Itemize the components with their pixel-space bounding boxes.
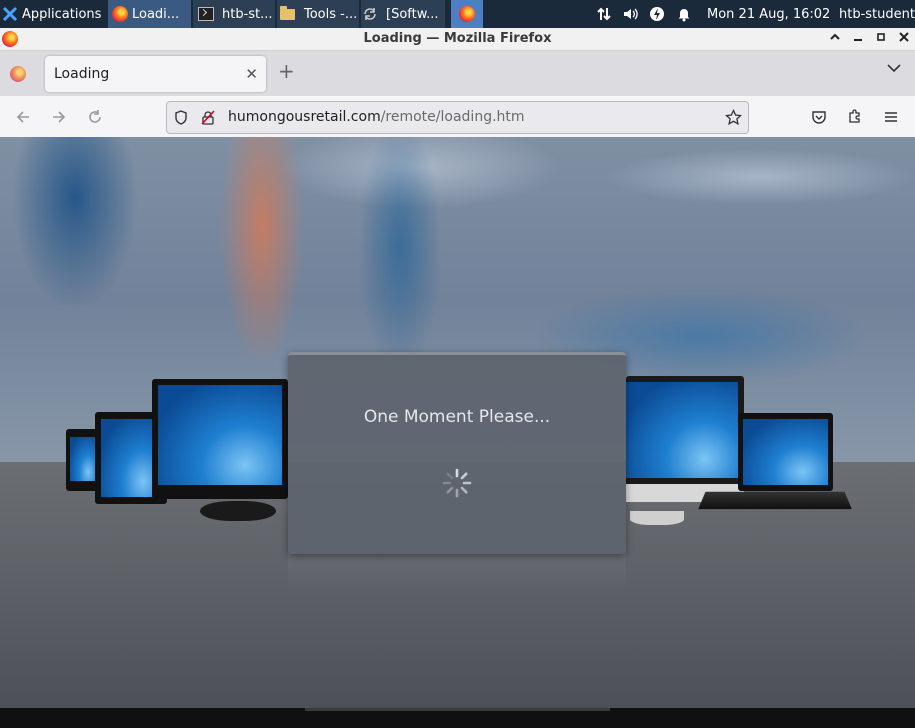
chevron-up-icon <box>830 33 840 40</box>
imac-stand <box>630 511 684 525</box>
close-window-button[interactable] <box>893 28 915 50</box>
task-label: Loadi... <box>132 6 180 22</box>
task-loading[interactable]: Loadi... <box>108 0 191 28</box>
new-tab-button[interactable]: + <box>278 59 295 83</box>
arrow-left-icon <box>16 111 29 123</box>
firefox-view-icon[interactable] <box>10 66 26 82</box>
laptop-device <box>738 413 833 491</box>
tab-close-icon[interactable]: ✕ <box>245 56 258 92</box>
battery-bolt-icon <box>650 7 664 21</box>
insecure-lock-icon[interactable] <box>201 110 215 125</box>
pocket-icon <box>812 111 826 124</box>
network-icon[interactable] <box>596 0 616 28</box>
bell-icon <box>678 9 690 22</box>
maximize-icon <box>877 33 885 41</box>
reload-icon <box>89 110 101 123</box>
speaker-icon <box>624 8 638 20</box>
task-label: htb-st... <box>222 6 273 22</box>
bottom-indicator <box>305 708 610 711</box>
bottom-bar <box>0 708 915 728</box>
url-bar[interactable]: humongousretail.com/remote/loading.htm <box>166 101 749 134</box>
minimize-button[interactable] <box>847 28 869 50</box>
shield-icon[interactable] <box>174 110 188 125</box>
network-arrows-icon <box>597 7 611 21</box>
list-tabs-chevron-down-icon[interactable] <box>887 63 901 73</box>
monitor-stand <box>200 501 276 521</box>
pocket-button[interactable] <box>807 105 831 129</box>
tab-label: Loading <box>54 66 110 82</box>
task-label: Tools -... <box>304 6 358 22</box>
tab-loading[interactable]: Loading ✕ <box>45 56 266 92</box>
loading-spinner-icon <box>442 468 472 498</box>
bookmark-star-icon[interactable] <box>725 109 742 126</box>
applications-label: Applications <box>22 6 102 22</box>
navigation-bar: humongousretail.com/remote/loading.htm <box>0 96 915 138</box>
forward-button[interactable] <box>47 105 71 129</box>
task-tools-folder[interactable]: Tools -... <box>277 0 359 28</box>
url-text[interactable]: humongousretail.com/remote/loading.htm <box>228 102 525 133</box>
clock[interactable]: Mon 21 Aug, 16:02 <box>707 0 830 28</box>
reload-button[interactable] <box>83 105 107 129</box>
arrow-right-icon <box>53 111 66 123</box>
task-terminal[interactable]: htb-st... <box>193 0 275 28</box>
back-button[interactable] <box>11 105 35 129</box>
shade-button[interactable] <box>824 28 846 50</box>
window-titlebar[interactable]: Loading — Mozilla Firefox <box>0 28 915 51</box>
sync-icon <box>364 8 376 20</box>
loading-message: One Moment Please... <box>363 407 551 427</box>
folder-icon <box>280 5 295 20</box>
monitor-device <box>152 379 288 499</box>
close-icon <box>899 32 909 42</box>
task-label: [Softw... <box>386 6 439 22</box>
tab-bar: Loading ✕ + <box>0 51 915 96</box>
task-software[interactable]: [Softw... <box>361 0 445 28</box>
overlay-reflection <box>288 551 626 591</box>
window-title: Loading — Mozilla Firefox <box>363 31 552 46</box>
puzzle-icon <box>849 109 860 123</box>
xfce-logo-icon <box>2 6 18 22</box>
power-icon[interactable] <box>649 0 669 28</box>
volume-icon[interactable] <box>622 0 642 28</box>
applications-menu[interactable]: Applications <box>2 0 106 28</box>
system-panel: Applications Loadi... htb-st... Tools -.… <box>0 0 915 28</box>
firefox-icon <box>459 6 475 22</box>
extensions-button[interactable] <box>843 105 867 129</box>
url-host: humongousretail.com <box>228 109 381 125</box>
maximize-button[interactable] <box>870 28 892 50</box>
terminal-icon <box>198 7 214 21</box>
task-firefox-selected[interactable] <box>451 0 483 28</box>
user-menu[interactable]: htb-student <box>839 0 915 28</box>
page-content: One Moment Please... <box>0 137 915 708</box>
imac-device <box>626 376 744 502</box>
firefox-icon <box>112 6 128 22</box>
hamburger-menu-icon <box>885 112 897 122</box>
url-path: /remote/loading.htm <box>380 109 525 125</box>
loading-dialog: One Moment Please... <box>288 352 626 554</box>
menu-button[interactable] <box>879 105 903 129</box>
notifications-icon[interactable] <box>676 0 696 28</box>
minimize-icon <box>854 39 862 41</box>
laptop-keyboard <box>698 491 852 510</box>
